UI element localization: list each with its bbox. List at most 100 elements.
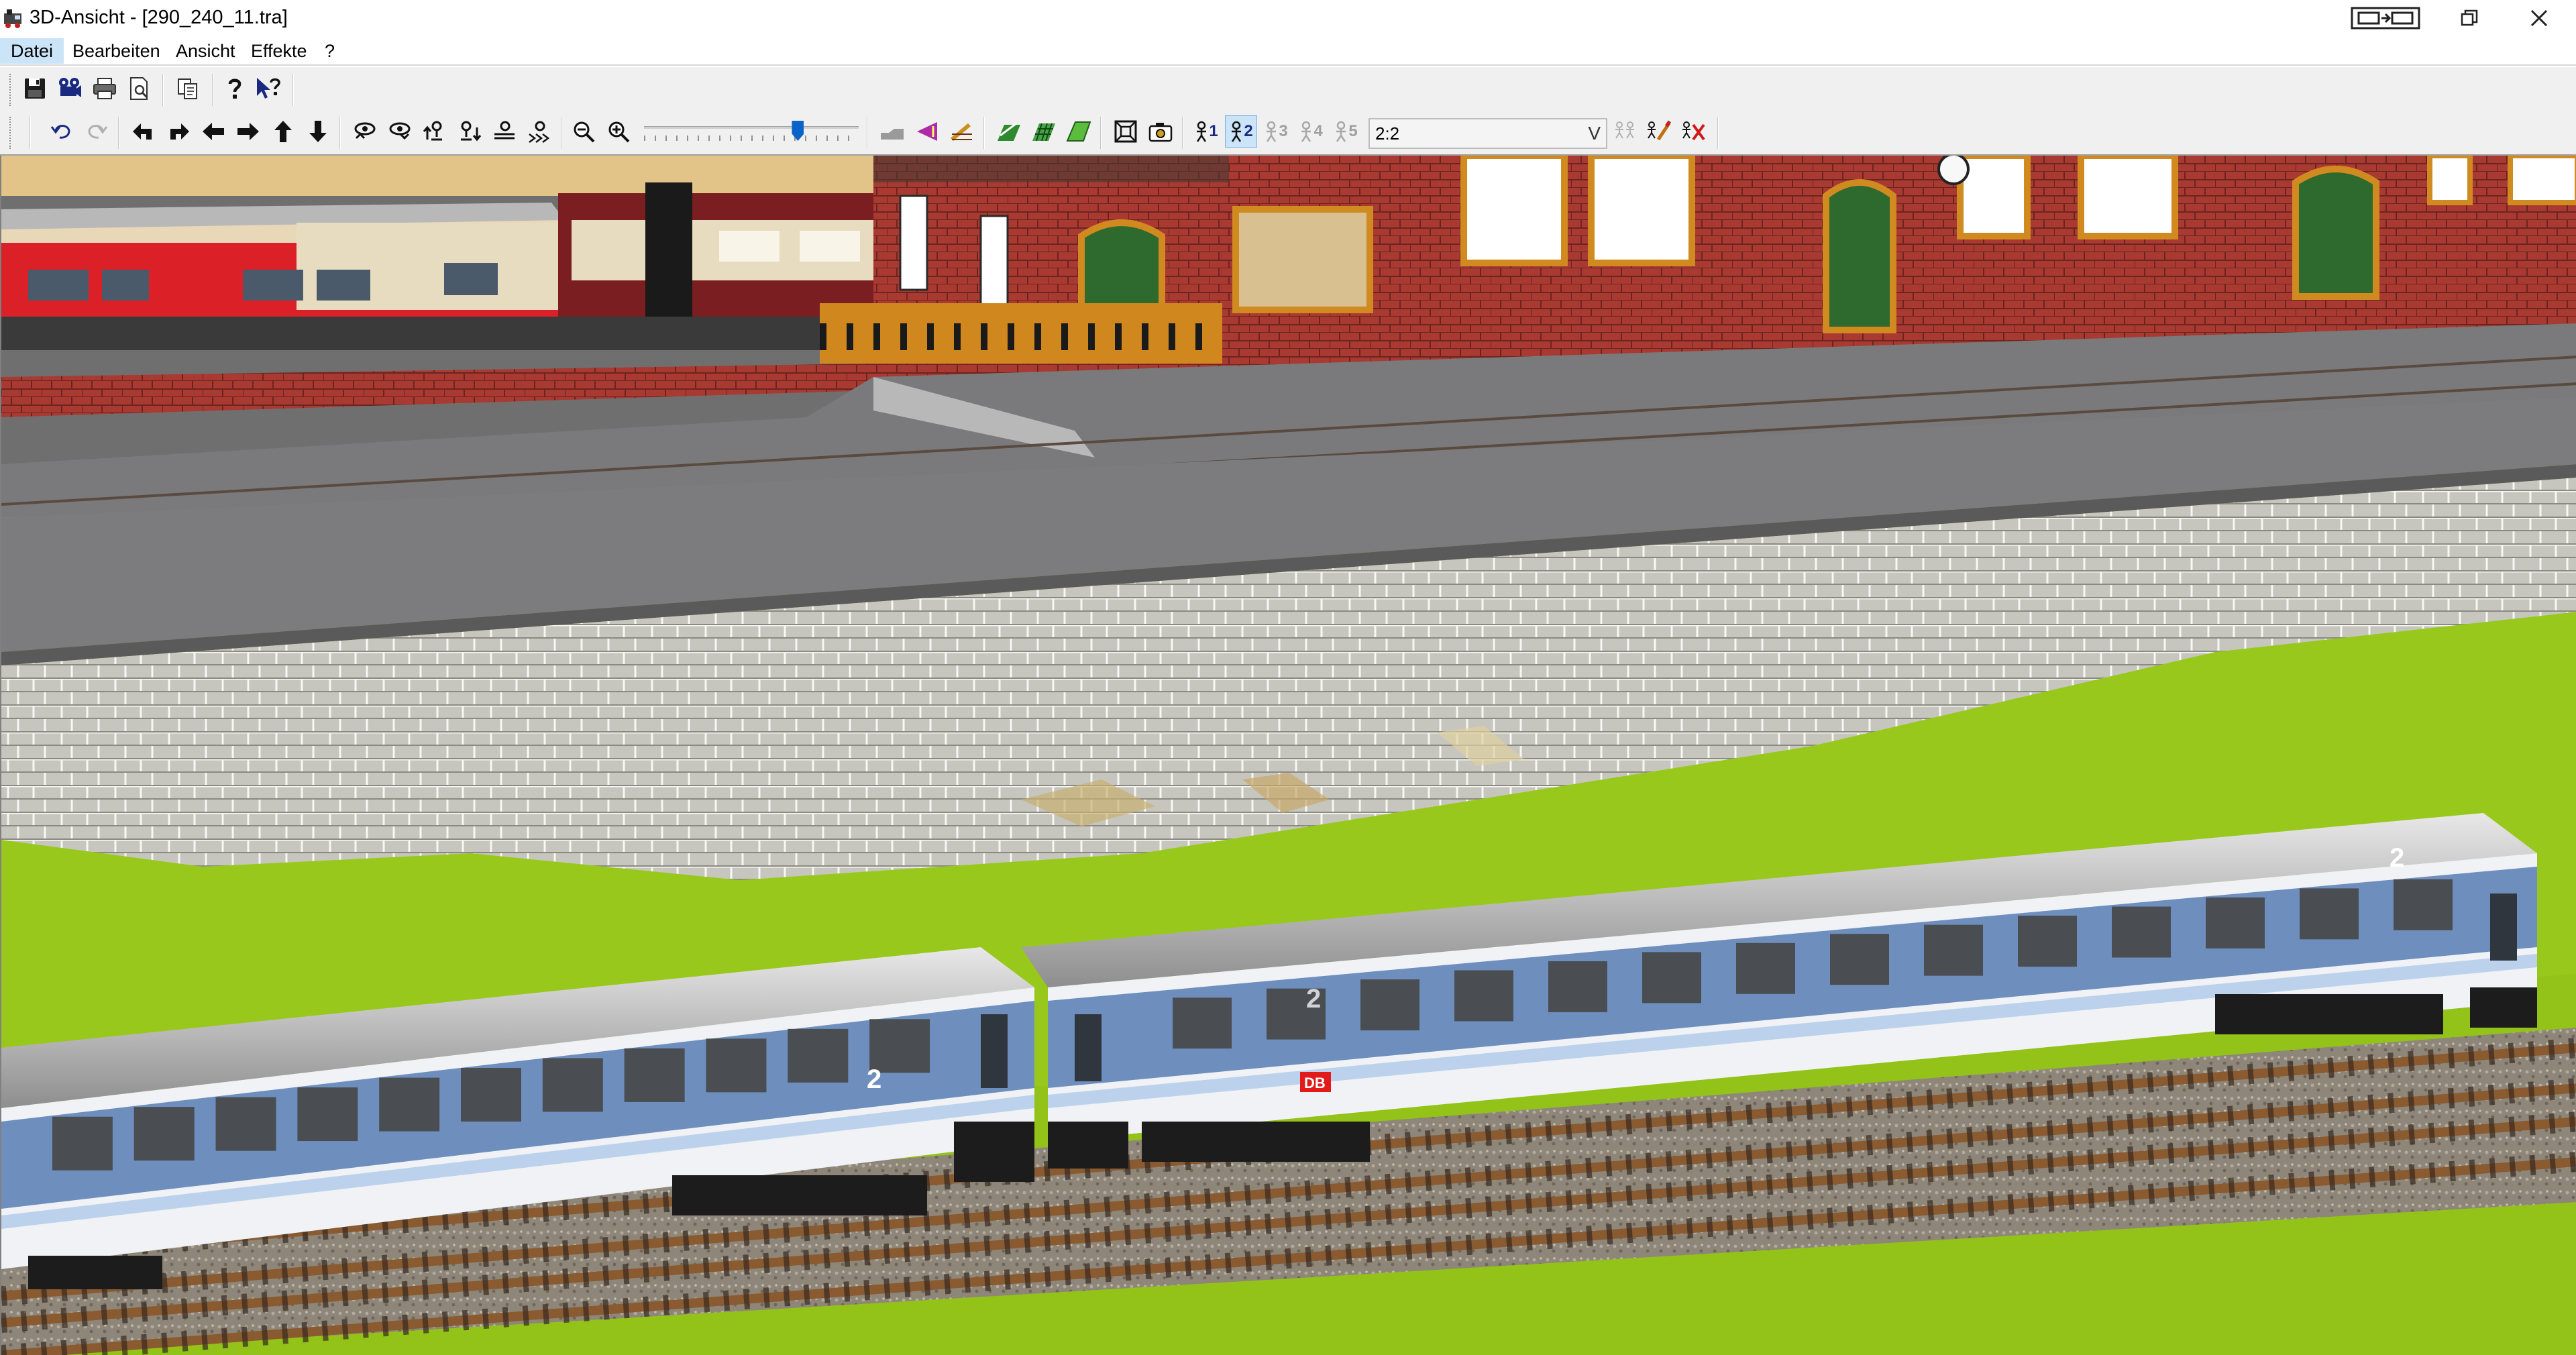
level-edit-icon [1648,120,1672,141]
coach-window [2394,879,2453,930]
minimize-button[interactable] [2345,0,2426,36]
redo-button[interactable] [80,115,113,148]
menu-effekte[interactable]: Effekte [240,38,318,64]
3d-scene[interactable]: 2 2 2 DB [1,156,2576,1355]
level-delete-icon [1682,121,1705,141]
window-title: 3D-Ansicht - [290_240_11.tra] [30,7,288,28]
move-up-button[interactable] [267,115,299,148]
turn-left-button[interactable] [127,115,160,148]
move-right-button[interactable] [232,115,264,148]
toolbar-separator [292,74,294,106]
restore-button[interactable] [2432,0,2506,36]
fit-view-button[interactable] [1110,115,1142,148]
landscape-texture-icon [998,122,1020,141]
redo-icon [88,125,108,139]
app-icon[interactable] [3,7,25,30]
person-icon [1232,121,1242,142]
menu-ansicht[interactable]: Ansicht [165,38,246,64]
coach-window [379,1077,440,1132]
camera-raise-button[interactable] [419,115,451,148]
person-icon [1336,121,1346,142]
menu-datei[interactable]: Datei [0,38,64,64]
zoom-in-icon [608,121,630,143]
save-button[interactable] [19,72,51,105]
edit-level-button[interactable] [1642,115,1674,148]
turn-right-button[interactable] [162,115,195,148]
menu-bearbeiten[interactable]: Bearbeiten [62,38,171,64]
level-4-label: 4 [1313,122,1323,140]
zoom-in-button[interactable] [602,115,635,148]
level-3-button[interactable]: 3 [1260,115,1292,148]
toolbar-separator [118,117,119,149]
screenshot-button[interactable] [1144,115,1177,148]
surface-icon [1066,121,1091,142]
chevron-down-icon[interactable]: V [1588,122,1601,145]
zoom-out-button[interactable] [568,115,600,148]
context-help-icon [257,78,280,99]
context-help-button[interactable] [252,72,284,105]
db-logo: DB [1304,1075,1326,1091]
copy-button[interactable] [172,72,204,105]
compact-window-icon [2351,7,2420,30]
arrow-down-icon [309,121,327,142]
3d-viewport[interactable]: 2 2 2 DB [0,156,2576,1355]
zoom-slider[interactable] [644,119,859,149]
toolbar-separator [162,74,164,106]
level-4-button[interactable]: 4 [1295,115,1327,148]
level-range-select[interactable]: 2:2 V [1368,118,1607,149]
camera-lower-icon [461,121,482,142]
toolbar-separator [212,74,213,106]
close-icon [2530,9,2548,27]
arrow-right-icon [237,123,259,140]
camera-lower-button[interactable] [453,115,486,148]
print-preview-button[interactable] [123,72,156,105]
level-1-button[interactable]: 1 [1190,115,1222,148]
camera-forward-icon [494,121,515,140]
second-class-mark: 2 [2390,843,2404,873]
level-2-label: 2 [1244,122,1253,140]
main-toolbar [0,67,2576,110]
help-button[interactable] [219,72,251,105]
undo-button[interactable] [46,115,78,148]
coach-window [1360,979,1419,1031]
landscape-texture-button[interactable] [993,115,1025,148]
levels-all-icon [1615,121,1634,139]
camera-settings-button[interactable] [54,72,86,105]
delete-level-button[interactable] [1677,115,1709,148]
show-all-levels-button[interactable] [1610,115,1642,148]
level-2-button[interactable]: 2 [1225,115,1257,148]
level-range-value: 2:2 [1375,123,1400,144]
move-down-button[interactable] [302,115,334,148]
coach-window [1548,961,1607,1012]
coach-window [542,1058,603,1112]
level-5-button[interactable]: 5 [1330,115,1362,148]
camera-forward-button[interactable] [488,115,521,148]
landscape-surface-button[interactable] [1063,115,1095,148]
close-button[interactable] [2502,0,2576,36]
person-icon [1301,121,1311,142]
turn-right-arrow-icon [170,123,189,140]
menu-bar: Datei Bearbeiten Ansicht Effekte ? [0,36,2576,66]
move-left-button[interactable] [197,115,229,148]
coach-window [2206,897,2265,949]
signal-flag-icon [917,122,937,141]
camera-tilt-down-button[interactable] [384,115,416,148]
floppy-disk-icon [25,78,45,99]
turn-left-arrow-icon [133,123,152,140]
terrain-profile-button[interactable] [876,115,908,148]
signal-button[interactable] [911,115,943,148]
second-class-mark: 2 [1306,984,1321,1014]
terrain-profile-icon [881,129,904,140]
print-button[interactable] [89,72,121,105]
track-tool-button[interactable] [946,115,978,148]
printer-icon [93,78,116,99]
camera-back-button[interactable] [523,115,555,148]
toolbar-grip[interactable] [9,117,12,149]
menu-help[interactable]: ? [314,38,345,64]
coach-window [52,1116,113,1171]
toolbar-separator [339,117,341,149]
toolbar-grip[interactable] [9,74,12,106]
coach-window [706,1038,767,1093]
landscape-grid-button[interactable] [1028,115,1060,148]
camera-tilt-up-button[interactable] [349,115,381,148]
